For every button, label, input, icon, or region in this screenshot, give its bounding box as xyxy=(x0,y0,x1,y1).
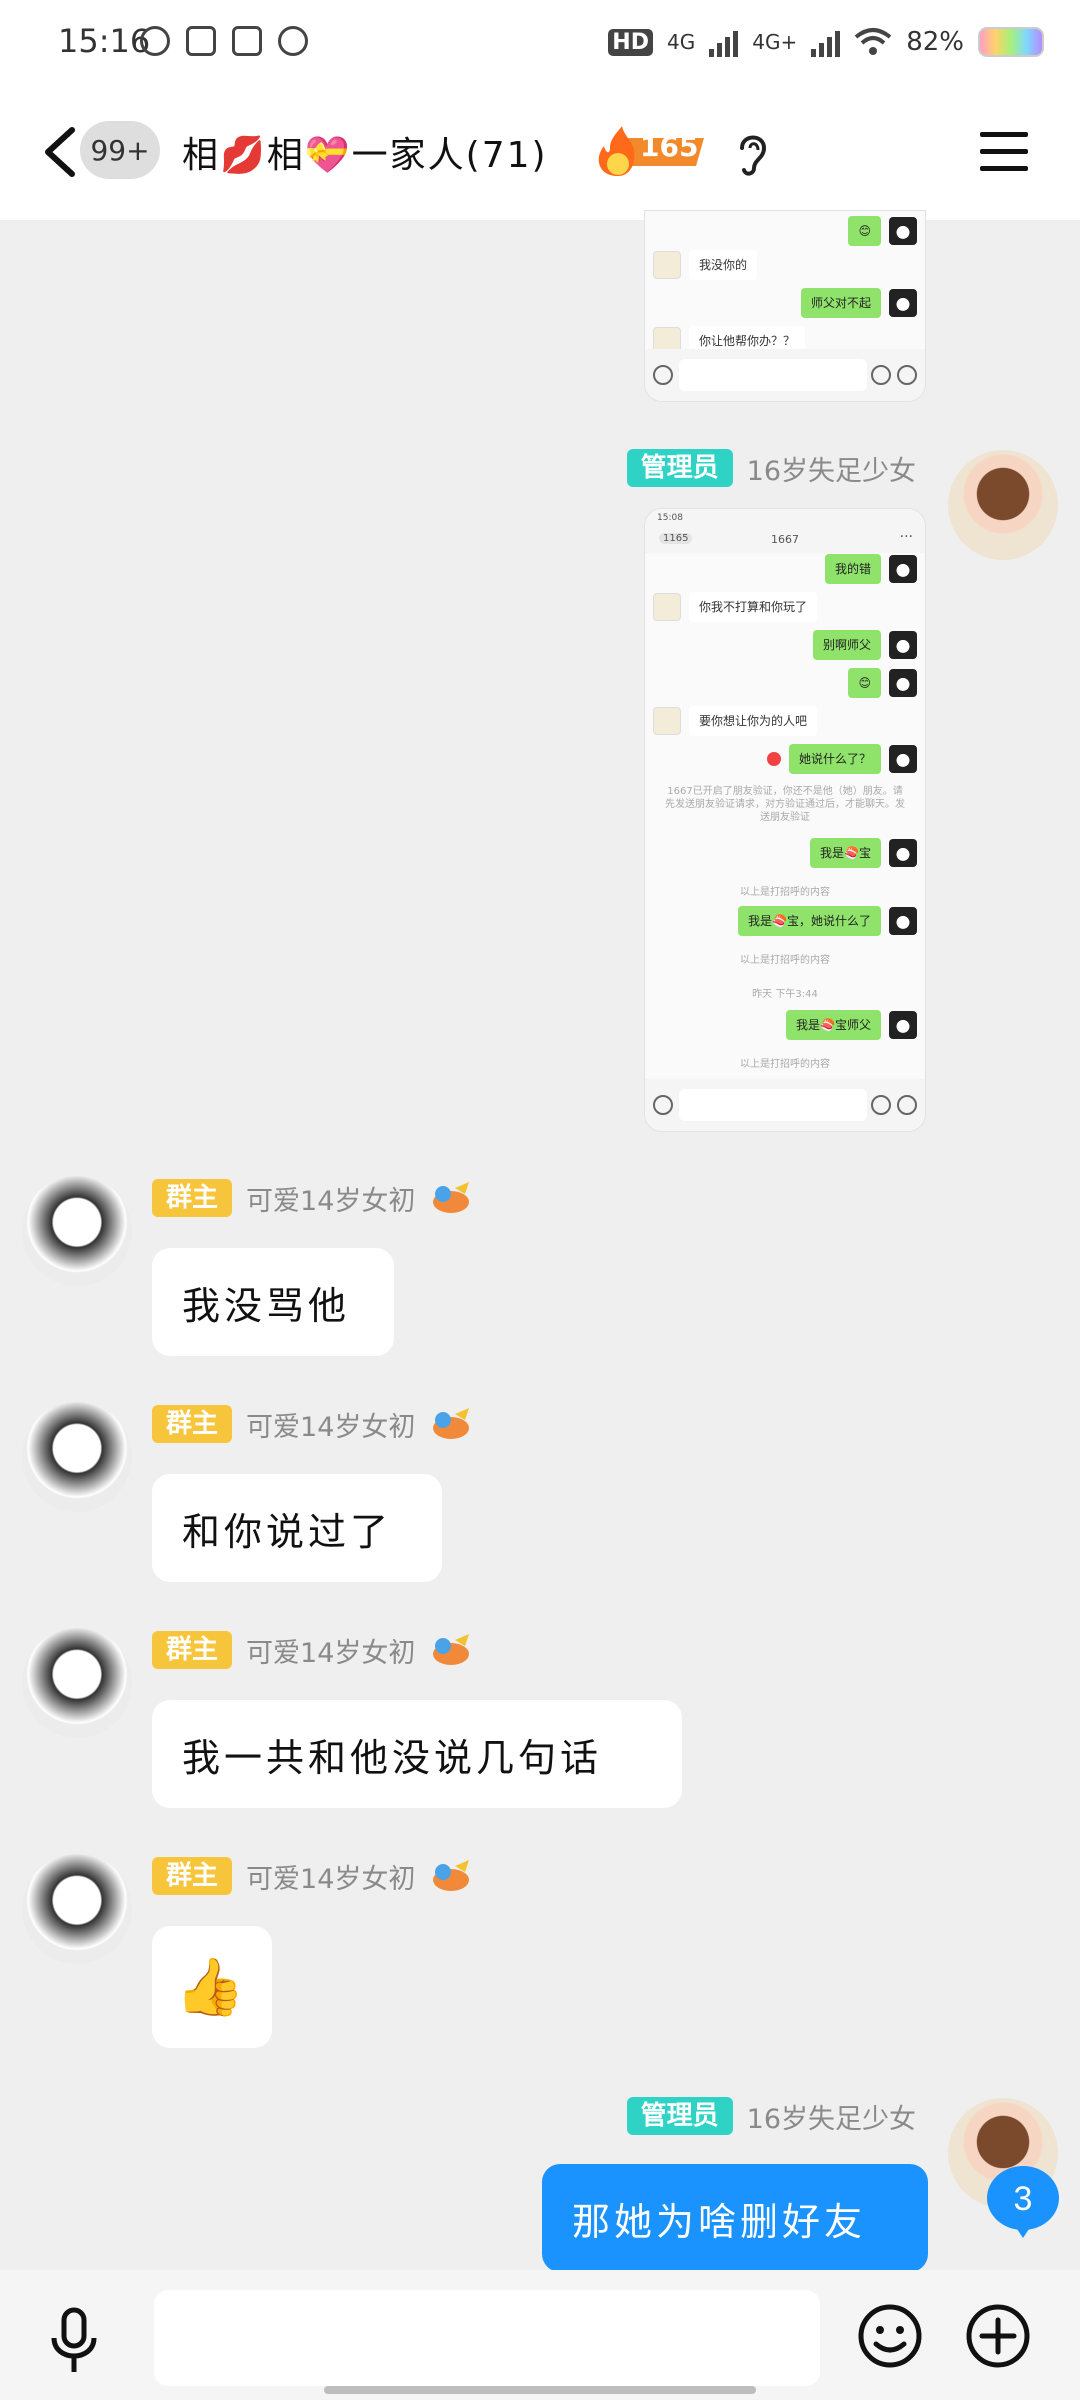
mini-avatar xyxy=(889,669,917,697)
mini-header: 15:08 1165 1667 ··· xyxy=(645,509,925,553)
mascot-icon xyxy=(433,1182,470,1213)
owner-badge: 群主 xyxy=(152,1179,233,1217)
owner-avatar[interactable] xyxy=(22,1854,132,1964)
owner-avatar[interactable] xyxy=(22,1628,132,1738)
mascot-icon xyxy=(433,1634,470,1665)
mascot-icon xyxy=(433,1408,470,1439)
mini-bubble: 师父对不起 xyxy=(800,288,881,318)
fire-count: 165 xyxy=(640,130,699,163)
sim2-label: 4G+ xyxy=(752,30,798,54)
mini-time: 15:08 xyxy=(657,513,683,523)
sender-name: 可爱14岁女初 xyxy=(246,1185,416,1217)
new-messages-pin-icon[interactable]: 3 xyxy=(981,2166,1065,2238)
sender-name: 可爱14岁女初 xyxy=(246,1637,416,1669)
mini-history-note: 以上是打招呼的内容 xyxy=(740,1059,830,1070)
mini-avatar xyxy=(889,745,917,773)
mini-avatar xyxy=(889,907,917,935)
message-input[interactable] xyxy=(154,2290,820,2386)
mini-bubble: 你我不打算和你玩了 xyxy=(689,592,818,622)
mini-avatar xyxy=(889,839,917,867)
mini-history-note: 以上是打招呼的内容 xyxy=(740,955,830,966)
mini-bubble: 我是🍣宝 xyxy=(810,838,881,868)
sender-meta: 管理员 16岁失足少女 xyxy=(626,2096,916,2136)
message-bubble[interactable]: 我一共和他没说几句话 xyxy=(152,1700,682,1808)
mini-avatar xyxy=(653,593,681,621)
owner-avatar[interactable] xyxy=(22,1176,132,1286)
mini-bubble: 😊 xyxy=(848,668,881,698)
status-time: 15:16 xyxy=(58,22,151,60)
back-icon[interactable] xyxy=(40,126,80,178)
menu-icon[interactable] xyxy=(980,132,1028,174)
mini-input-bar xyxy=(645,1079,925,1131)
status-bar: 15:16 HD 4G 4G+ 82% xyxy=(0,0,1080,84)
owner-badge: 群主 xyxy=(152,1405,233,1443)
mini-title: 1667 xyxy=(771,533,799,546)
message-bubble[interactable]: 那她为啥删好友 xyxy=(542,2164,928,2272)
message-bubble[interactable]: 我没骂他 xyxy=(152,1248,394,1356)
admin-badge: 管理员 xyxy=(626,2097,733,2135)
emoji-icon[interactable] xyxy=(856,2302,924,2370)
mini-avatar xyxy=(889,1011,917,1039)
screenshot-image-1[interactable]: 😊 我没你的 师父对不起 你让他帮你办？？ xyxy=(644,210,926,402)
mini-system-note: 1667已开启了朋友验证，你还不是他（她）朋友。请先发送朋友验证请求，对方验证通… xyxy=(665,786,905,823)
chat-header: 99+ 相💋相💝一家人(71) 165 xyxy=(0,84,1080,220)
battery-icon xyxy=(978,27,1044,57)
sim1-label: 4G xyxy=(666,30,696,54)
taobao-icon xyxy=(232,26,262,56)
battery-percent: 82% xyxy=(906,27,964,57)
ear-icon[interactable] xyxy=(732,130,772,178)
mini-avatar xyxy=(889,289,917,317)
mini-time-note: 昨天 下午3:44 xyxy=(752,989,818,1000)
owner-badge: 群主 xyxy=(152,1857,233,1895)
signal-icon xyxy=(709,27,739,57)
mini-bubble: 她说什么了？ xyxy=(788,744,881,774)
sender-meta: 群主 可爱14岁女初 xyxy=(152,1178,473,1218)
screenshot-image-2[interactable]: 15:08 1165 1667 ··· 我的错 你我不打算和你玩了 别啊师父 😊… xyxy=(644,508,926,1132)
globe-icon xyxy=(278,26,308,56)
leaf-icon xyxy=(140,26,170,56)
mini-input-bar xyxy=(645,349,925,401)
owner-badge: 群主 xyxy=(152,1631,233,1669)
national-icon xyxy=(186,26,216,56)
unread-count-badge[interactable]: 99+ xyxy=(80,121,160,179)
mini-bubble: 我没你的 xyxy=(689,250,758,280)
sender-meta: 群主 可爱14岁女初 xyxy=(152,1404,473,1444)
home-indicator[interactable] xyxy=(324,2386,756,2394)
input-bar xyxy=(0,2270,1080,2400)
microphone-icon[interactable] xyxy=(44,2306,104,2376)
plus-icon[interactable] xyxy=(964,2302,1032,2370)
sender-meta: 管理员 16岁失足少女 xyxy=(626,448,916,488)
sender-meta: 群主 可爱14岁女初 xyxy=(152,1630,473,1670)
mini-avatar xyxy=(653,251,681,279)
mini-bubble: 我是🍣宝，她说什么了 xyxy=(738,906,881,936)
mini-avatar xyxy=(889,555,917,583)
group-title[interactable]: 相💋相💝一家人(71) xyxy=(182,126,548,178)
admin-avatar[interactable] xyxy=(948,450,1058,560)
mini-bubble: 我是🍣宝师父 xyxy=(786,1010,881,1040)
mascot-icon xyxy=(433,1860,470,1891)
signal-icon xyxy=(811,27,841,57)
new-messages-count: 3 xyxy=(1014,2180,1033,2218)
mini-history-note: 以上是打招呼的内容 xyxy=(740,887,830,898)
sender-meta: 群主 可爱14岁女初 xyxy=(152,1856,473,1896)
mini-bubble: 要你想让你为的人吧 xyxy=(689,706,818,736)
hd-badge: HD xyxy=(608,28,653,56)
message-bubble[interactable]: 和你说过了 xyxy=(152,1474,442,1582)
mini-avatar xyxy=(653,707,681,735)
sender-name: 可爱14岁女初 xyxy=(246,1863,416,1895)
mini-bubble: 😊 xyxy=(848,216,881,246)
mini-bubble: 我的错 xyxy=(824,554,881,584)
sender-name: 16岁失足少女 xyxy=(746,455,916,487)
sender-name: 可爱14岁女初 xyxy=(246,1411,416,1443)
mini-avatar xyxy=(889,217,917,245)
mini-avatar xyxy=(889,631,917,659)
status-right: HD 4G 4G+ 82% xyxy=(608,22,1044,62)
mini-bubble: 别啊师父 xyxy=(812,630,881,660)
wifi-icon xyxy=(854,28,892,55)
message-bubble[interactable]: 👍 xyxy=(152,1926,272,2048)
admin-badge: 管理员 xyxy=(626,449,733,487)
owner-avatar[interactable] xyxy=(22,1402,132,1512)
sender-name: 16岁失足少女 xyxy=(746,2103,916,2135)
mini-back: 1165 xyxy=(659,533,693,544)
